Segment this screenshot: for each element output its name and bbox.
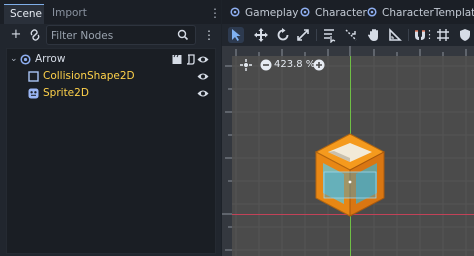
tab-gameplay[interactable]: Gameplay xyxy=(230,4,299,22)
tab-label: Gameplay xyxy=(245,7,299,19)
toolbar-separator xyxy=(408,29,409,41)
toolbar-separator xyxy=(316,29,317,41)
canvas-viewport[interactable]: 423.8 % xyxy=(222,46,474,256)
lock-icon[interactable] xyxy=(457,27,473,43)
list-select-icon[interactable] xyxy=(321,27,337,44)
snap-options-icon[interactable]: ⋮ xyxy=(424,27,435,43)
scale-mode-icon[interactable] xyxy=(295,27,311,43)
godot-editor: Scene Import ⋮ + ⋮ ⌄ Arrow xyxy=(0,0,474,256)
scene-tree: ⌄ Arrow CollisionShape2D Sprite2D xyxy=(6,48,216,254)
scene-dock: Scene Import ⋮ + ⋮ ⌄ Arrow xyxy=(0,0,221,256)
node-name-label: Sprite2D xyxy=(43,87,89,99)
ruler-mode-icon[interactable] xyxy=(387,27,403,43)
pan-mode-icon[interactable] xyxy=(366,27,382,43)
character-body-icon xyxy=(300,7,310,17)
node2d-icon xyxy=(20,54,31,65)
dock-tabbar: Scene Import ⋮ xyxy=(0,0,221,24)
node-name-label: Arrow xyxy=(35,53,66,65)
pivot-mode-icon[interactable] xyxy=(343,27,359,43)
grid-toggle-icon[interactable] xyxy=(435,27,451,43)
center-view-icon[interactable] xyxy=(240,59,252,71)
tab-label: CharacterTemplate xyxy=(382,7,474,19)
tab-character[interactable]: Character xyxy=(300,4,367,22)
script-icon[interactable] xyxy=(186,54,196,65)
scene-menu-icon[interactable]: ⋮ xyxy=(201,27,217,43)
sprite-icon xyxy=(28,88,39,99)
zoom-level-label[interactable]: 423.8 % xyxy=(274,59,315,71)
character-body-icon xyxy=(367,7,377,17)
rotate-mode-icon[interactable] xyxy=(275,27,291,43)
clapperboard-icon[interactable] xyxy=(172,54,182,65)
visibility-eye-icon[interactable] xyxy=(197,71,209,82)
canvas-toolbar: ⋮ xyxy=(222,24,474,46)
tree-item-collisionshape2d[interactable]: CollisionShape2D xyxy=(7,68,215,85)
collision-shape-icon xyxy=(28,71,39,82)
sprite-crate[interactable] xyxy=(310,132,390,218)
visibility-eye-icon[interactable] xyxy=(197,88,209,99)
dock-menu-icon[interactable]: ⋮ xyxy=(209,6,221,20)
filter-nodes-field[interactable] xyxy=(46,25,196,45)
visibility-eye-icon[interactable] xyxy=(197,54,209,65)
tab-charactertemplate[interactable]: CharacterTemplate xyxy=(367,4,474,22)
zoom-in-button[interactable] xyxy=(313,59,325,71)
scene-tabbar: Gameplay Character CharacterTemplate xyxy=(222,0,474,24)
tab-label: Character xyxy=(315,7,367,19)
instantiate-scene-icon[interactable] xyxy=(27,27,43,43)
vertical-ruler[interactable] xyxy=(222,46,232,256)
node-name-label: CollisionShape2D xyxy=(43,70,135,82)
tree-item-arrow[interactable]: ⌄ Arrow xyxy=(7,51,215,68)
tree-item-sprite2d[interactable]: Sprite2D xyxy=(7,85,215,102)
add-node-icon[interactable]: + xyxy=(8,27,24,43)
filter-nodes-input[interactable] xyxy=(51,28,171,43)
move-mode-icon[interactable] xyxy=(253,27,269,43)
tab-scene[interactable]: Scene xyxy=(4,4,44,24)
tab-import[interactable]: Import xyxy=(46,4,93,24)
horizontal-ruler[interactable] xyxy=(232,46,474,56)
node2d-icon xyxy=(230,7,240,17)
chevron-down-icon[interactable]: ⌄ xyxy=(10,51,18,68)
select-mode-icon[interactable] xyxy=(228,27,244,43)
search-icon xyxy=(177,29,189,41)
zoom-out-button[interactable] xyxy=(260,59,272,71)
